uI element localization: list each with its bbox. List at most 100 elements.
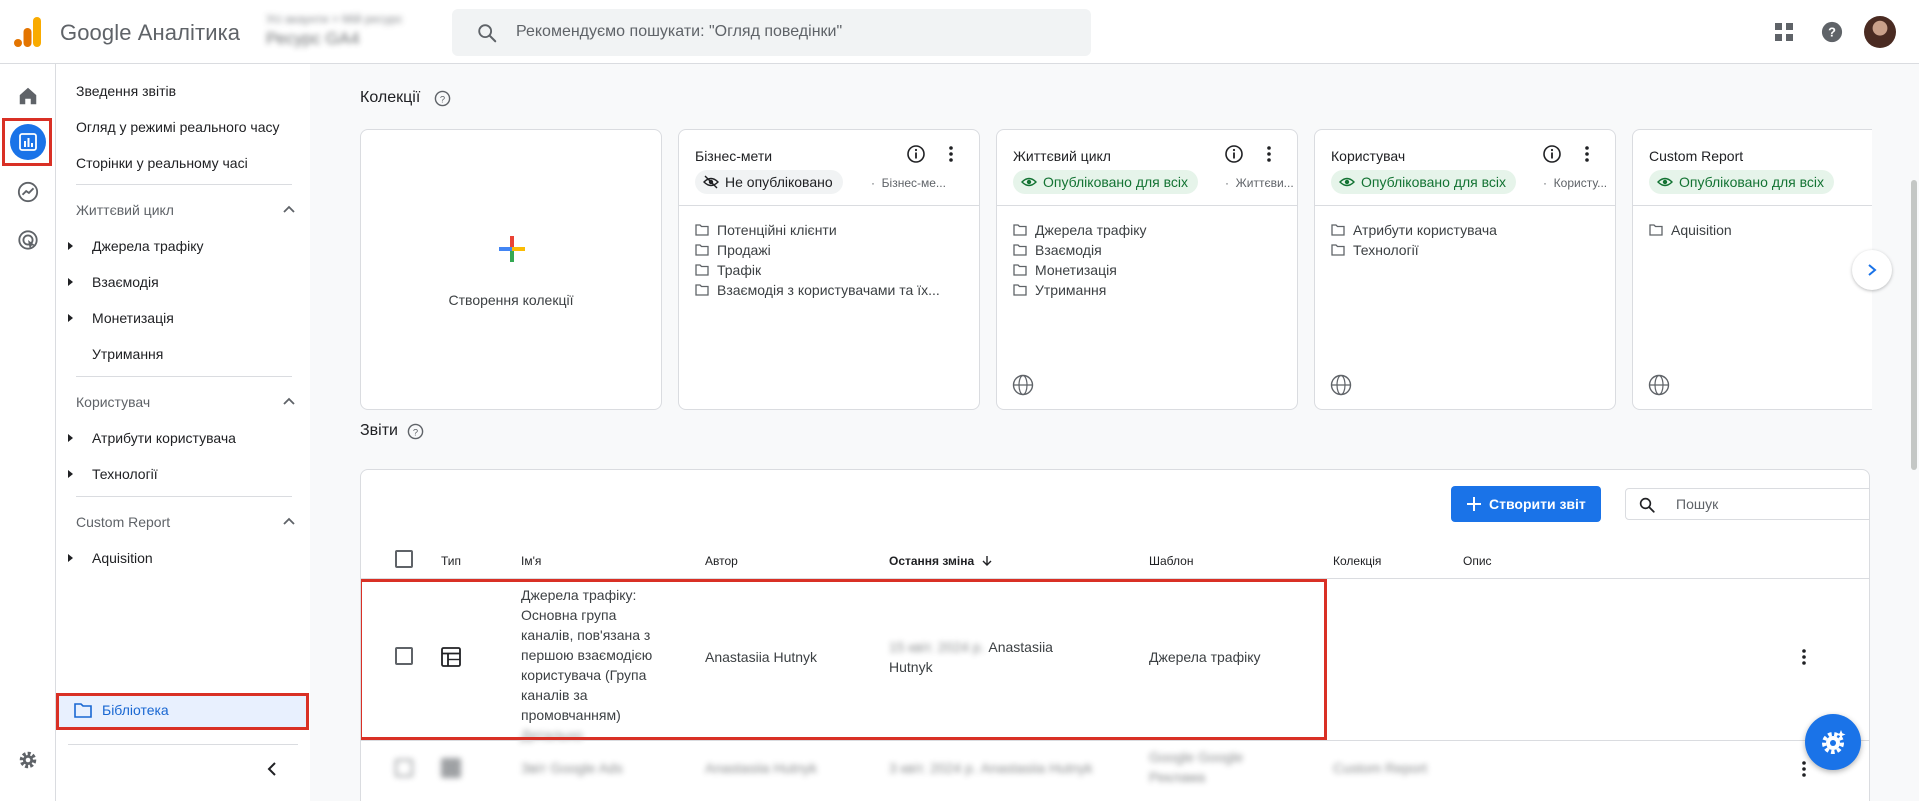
nav-reports-snapshot[interactable]: Зведення звітів [76,81,176,101]
help-circle-icon[interactable]: ? [407,423,424,440]
card-title: Користувач [1331,148,1406,164]
reports-bar-chart-icon [19,133,37,151]
account-picker[interactable]: Усі акаунти > Мій ресурс Ресурс GA4 [266,12,442,52]
apps-button[interactable] [1768,16,1800,48]
folder-list: Aquisition [1649,220,1872,240]
folder-icon [1013,244,1027,256]
folder-icon [1013,264,1027,276]
nav-library[interactable]: Бібліотека [56,694,309,728]
report-last-modified: 3 квіт. 2024 р. Anastasiia Hutnyk [889,758,1109,778]
column-header-author[interactable]: Автор [705,554,738,568]
eye-icon [1339,177,1355,187]
nav-item-retention[interactable]: Утримання [92,344,163,364]
page-scrollbar[interactable] [1911,180,1917,470]
expand-arrow-icon [68,434,73,442]
info-icon[interactable] [1224,144,1244,164]
nav-realtime-overview[interactable]: Огляд у режимі реального часу [76,117,280,137]
info-icon[interactable] [906,144,926,164]
modified-by: Anastasiia Hutnyk [980,760,1093,776]
nav-section-user[interactable]: Користувач [76,392,296,412]
info-icon[interactable] [1542,144,1562,164]
help-circle-icon[interactable]: ? [434,90,451,107]
nav-section-custom-report[interactable]: Custom Report [76,512,296,532]
folder-label: Взаємодія з користувачами та їх... [717,282,940,298]
nav-item-monetization[interactable]: Монетизація [68,308,174,328]
card-title: Custom Report [1649,148,1744,164]
home-icon [19,87,37,105]
carousel-next-button[interactable] [1852,250,1892,290]
rail-admin[interactable] [12,744,44,776]
table-row[interactable]: Джерела трафіку: Основна група каналів, … [361,579,1869,743]
insights-fab-button[interactable] [1805,714,1861,770]
section-title: Custom Report [76,514,171,530]
status-chip-published: Опубліковано для всіх [1013,170,1199,194]
create-collection-card[interactable]: Створення колекції [360,129,662,410]
eye-icon [1657,177,1673,187]
modified-date: 15 квіт. 2024 р. [889,639,985,655]
more-vert-icon[interactable] [1577,144,1597,164]
folder-item: Потенційні клієнти [695,220,965,240]
nav-section-lifecycle[interactable]: Життєвий цикл [76,200,296,220]
status-text: Опубліковано для всіх [1043,174,1189,190]
create-report-button[interactable]: Створити звіт [1451,486,1601,522]
globe-icon [1012,374,1034,396]
column-header-last-modified[interactable]: Остання зміна [889,554,993,568]
section-title: Користувач [76,394,151,410]
search-placeholder: Рекомендуємо пошукати: "Огляд поведінки" [516,23,843,40]
select-all-checkbox[interactable] [395,550,413,568]
table-row[interactable]: Звіт Google Ads Anastasiia Hutnyk 3 квіт… [361,741,1869,801]
collection-card-custom-report[interactable]: Custom Report Опубліковано для всіх Aqui… [1632,129,1872,410]
help-button[interactable]: ? [1816,16,1848,48]
nav-item-aquisition[interactable]: Aquisition [68,548,153,568]
folder-item: Взаємодія [1013,240,1283,260]
collection-card-lifecycle[interactable]: Життєвий цикл Опубліковано для всіх · Жи… [996,129,1298,410]
reports-title: Звіти [360,422,398,439]
plus-icon [499,236,525,262]
more-vert-icon[interactable] [1259,144,1279,164]
svg-text:?: ? [413,427,418,438]
nav-item-engagement[interactable]: Взаємодія [68,272,159,292]
nav-item-technology[interactable]: Технології [68,464,158,484]
report-name[interactable]: Звіт Google Ads [521,758,623,778]
folder-icon [1649,224,1663,236]
column-header-name[interactable]: Ім'я [521,554,541,568]
rail-home[interactable] [12,80,44,112]
folder-list: Джерела трафіку Взаємодія Монетизація Ут… [1013,220,1283,300]
nav-item-traffic-sources[interactable]: Джерела трафіку [68,236,204,256]
rail-explore[interactable] [12,176,44,208]
more-vert-icon[interactable] [1794,647,1814,667]
report-name-link[interactable]: Джерела трафіку: Основна група каналів, … [521,585,671,745]
more-vert-icon[interactable] [1794,759,1814,779]
eye-icon [1021,177,1037,187]
help-icon: ? [1821,21,1843,43]
column-header-type[interactable]: Тип [441,554,461,568]
search-placeholder: Пошук [1676,496,1719,512]
avatar[interactable] [1864,16,1896,48]
row-checkbox[interactable] [395,759,413,777]
rail-advertising[interactable] [12,224,44,256]
nav-label: Взаємодія [92,274,159,290]
column-header-template[interactable]: Шаблон [1149,554,1193,568]
folder-label: Потенційні клієнти [717,222,837,238]
collapse-nav-button[interactable] [264,761,280,782]
collection-card-business-goals[interactable]: Бізнес-мети Не опубліковано · Бізнес-ме.… [678,129,980,410]
nav-divider [76,376,292,377]
more-vert-icon[interactable] [941,144,961,164]
report-name: Джерела трафіку: Основна група каналів, … [521,587,653,723]
folder-item: Утримання [1013,280,1283,300]
nav-item-user-attributes[interactable]: Атрибути користувача [68,428,236,448]
folder-item: Продажі [695,240,965,260]
row-checkbox[interactable] [395,647,413,665]
nav-label: Джерела трафіку [92,238,204,254]
nav-realtime-pages[interactable]: Сторінки у реальному часі [76,153,248,173]
folder-icon [1331,244,1345,256]
template-name: Користу... [1553,176,1608,190]
rail-reports[interactable] [10,124,46,160]
collection-card-user[interactable]: Користувач Опубліковано для всіх · Корис… [1314,129,1616,410]
search-bar[interactable]: Рекомендуємо пошукати: "Огляд поведінки" [452,9,1091,56]
report-template: Google Google Реклама [1149,749,1244,785]
column-header-collection[interactable]: Колекція [1333,554,1381,568]
table-search-input[interactable]: Пошук [1625,488,1869,520]
card-divider [679,205,979,206]
column-header-description[interactable]: Опис [1463,554,1492,568]
